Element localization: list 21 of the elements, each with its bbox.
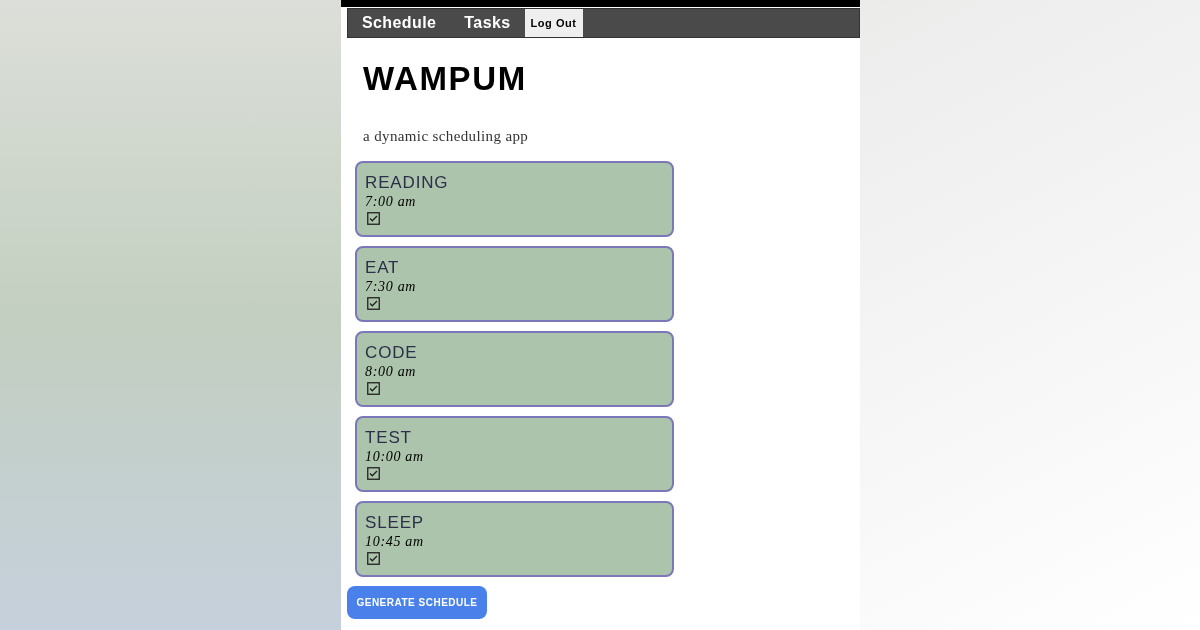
task-name: READING <box>365 171 449 193</box>
checkbox[interactable] <box>367 382 380 396</box>
task-name: SLEEP <box>365 511 425 533</box>
task-name: EAT <box>365 256 400 278</box>
checkbox[interactable] <box>367 297 380 311</box>
task-time: 10:45 am <box>365 532 424 551</box>
task-time: 8:00 am <box>365 362 417 381</box>
task-name: TEST <box>365 426 412 448</box>
checkbox[interactable] <box>367 552 380 566</box>
app-subtitle: a dynamic scheduling app <box>363 127 530 146</box>
generate-schedule-button[interactable]: GENERATE SCHEDULE <box>347 585 487 619</box>
nav-link[interactable]: Tasks <box>450 11 525 35</box>
checkbox[interactable] <box>367 212 380 226</box>
logout-button[interactable]: Log Out <box>524 9 583 37</box>
app-title: WAMPUM <box>363 62 528 95</box>
nav-link[interactable]: Schedule <box>348 11 451 35</box>
checkbox[interactable] <box>367 467 380 481</box>
task-name: CODE <box>365 341 418 363</box>
task-time: 7:00 am <box>365 192 417 211</box>
task-time: 7:30 am <box>365 277 417 296</box>
task-time: 10:00 am <box>365 447 424 466</box>
